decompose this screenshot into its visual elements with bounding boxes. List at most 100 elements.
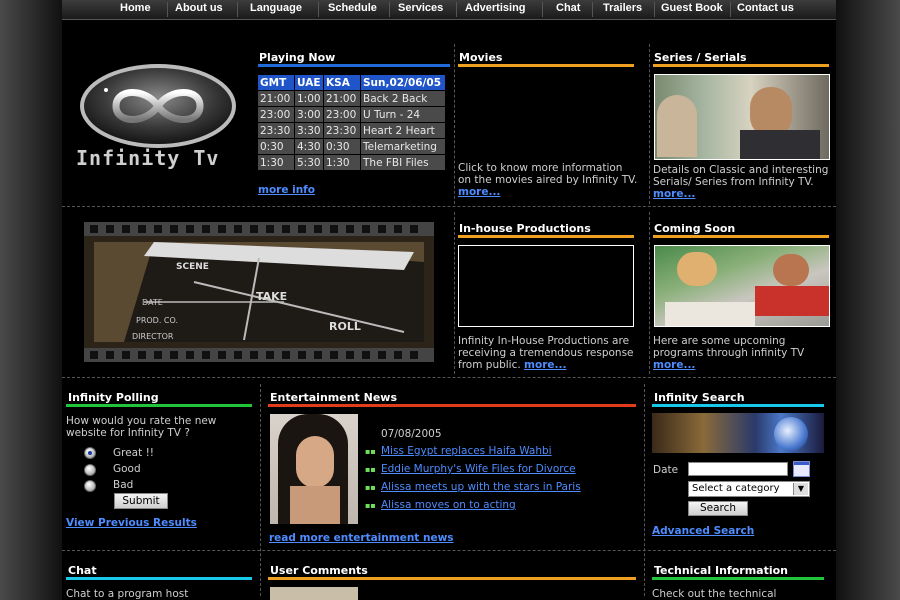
left-background [0,0,62,600]
col-date: Sun,02/06/05 [360,74,446,91]
cell-program: U Turn - 24 [360,106,446,123]
poll-submit-button[interactable]: Submit [114,493,168,509]
tech-bar [652,577,824,580]
nav-separator [592,2,593,17]
poll-radio-bad[interactable] [84,480,96,492]
main-page: Home About us Language Schedule Services… [62,0,836,600]
news-title: Entertainment News [270,391,397,404]
clapper-label: DIRECTOR [132,332,174,341]
date-input[interactable] [688,462,788,476]
comments-title: User Comments [270,564,368,577]
coming-child-right [773,254,809,286]
top-navigation: Home About us Language Schedule Services… [62,0,836,20]
divider [62,206,836,207]
poll-radio-good[interactable] [84,464,96,476]
series-description: Details on Classic and interesting Seria… [653,164,833,200]
chat-title: Chat [68,564,97,577]
calendar-icon[interactable] [793,461,810,477]
clapper-label: TAKE [256,290,288,303]
news-item-link[interactable]: Alissa moves on to acting [381,499,516,511]
poll-radio-great[interactable] [84,447,96,459]
nav-chat[interactable]: Chat [556,2,580,14]
cell-program: The FBI Files [360,154,446,171]
more-info-link[interactable]: more info [258,184,315,196]
schedule-row: 1:30 5:30 1:30 The FBI Files [257,154,446,171]
coming-soon-image[interactable] [654,245,830,327]
poll-option-label: Good [113,463,141,475]
cell: 0:30 [323,138,361,155]
logo-text: Infinity Tv [76,146,220,170]
nav-advertising[interactable]: Advertising [465,2,526,14]
news-item-link[interactable]: Miss Egypt replaces Haifa Wahbi [381,445,552,457]
divider [649,212,650,374]
coming-soon-bar [653,235,829,238]
nav-separator [456,2,457,17]
cell-program: Back 2 Back [360,90,446,107]
advanced-search-link[interactable]: Advanced Search [652,525,754,537]
arrow-bullet-icon: ▪▪ [365,465,376,474]
nav-separator [389,2,390,17]
nav-separator [542,2,543,17]
nav-separator [167,2,168,17]
nav-guestbook[interactable]: Guest Book [661,2,723,14]
col-uae: UAE [294,74,324,91]
movies-more-link[interactable]: more... [458,186,500,198]
search-button[interactable]: Search [688,501,748,516]
divider [454,212,455,374]
series-more-link[interactable]: more... [653,188,695,200]
cell-program: Heart 2 Heart [360,122,446,139]
inhouse-video[interactable] [458,245,634,327]
series-image[interactable] [654,74,830,160]
calendar-header [794,462,809,465]
poll-option-label: Great !! [113,447,154,459]
series-title: Series / Serials [654,51,747,64]
news-photo-face [296,436,334,488]
nav-about[interactable]: About us [175,2,223,14]
cell: 21:00 [257,90,295,107]
series-text: Details on Classic and interesting Seria… [653,164,829,188]
news-item-link[interactable]: Eddie Murphy's Wife Files for Divorce [381,463,576,475]
movies-title: Movies [459,51,503,64]
playing-now-bar [258,64,450,67]
nav-separator [654,2,655,17]
coming-more-link[interactable]: more... [653,359,695,371]
playing-now-title: Playing Now [259,51,336,64]
nav-services[interactable]: Services [398,2,443,14]
nav-language[interactable]: Language [250,2,302,14]
schedule-row: 0:30 4:30 0:30 Telemarketing [257,138,446,155]
schedule-table: GMT UAE KSA Sun,02/06/05 21:00 1:00 21:00 B… [257,74,446,171]
coming-red-shirt [755,286,829,316]
nav-trailers[interactable]: Trailers [603,2,642,14]
view-results-link[interactable]: View Previous Results [66,517,197,529]
inhouse-bar [458,235,634,238]
series-person-left [657,95,697,157]
cell: 5:30 [294,154,324,171]
inhouse-more-link[interactable]: more... [524,359,566,371]
polling-title: Infinity Polling [68,391,159,404]
divider [62,377,836,378]
nav-separator [730,2,731,17]
coming-description: Here are some upcoming programs through … [653,335,833,371]
cell-program: Telemarketing [360,138,446,155]
category-select[interactable]: Select a category ▼ [688,481,810,497]
coming-text: Here are some upcoming programs through … [653,335,805,359]
news-photo[interactable] [270,414,358,524]
series-person-shirt [740,130,820,159]
read-more-news-link[interactable]: read more entertainment news [269,532,454,544]
clapperboard-image: PROD. NO. SCENE TAKE ROLL DATE PROD. CO.… [84,222,434,362]
cell: 21:00 [323,90,361,107]
nav-home[interactable]: Home [120,2,151,14]
nav-contact[interactable]: Contact us [737,2,794,14]
clapper-label: SCENE [176,262,209,272]
inhouse-title: In-house Productions [459,222,591,235]
infinity-tv-logo[interactable]: Infinity Tv [76,62,248,172]
search-title: Infinity Search [654,391,745,404]
date-label: Date [653,464,679,476]
cell: 4:30 [294,138,324,155]
news-item-link[interactable]: Alissa meets up with the stars in Paris [381,481,581,493]
polling-question: How would you rate the new website for I… [66,415,217,439]
nav-schedule[interactable]: Schedule [328,2,377,14]
nav-separator [237,2,238,17]
schedule-row: 23:00 3:00 23:00 U Turn - 24 [257,106,446,123]
schedule-header-row: GMT UAE KSA Sun,02/06/05 [257,74,446,91]
